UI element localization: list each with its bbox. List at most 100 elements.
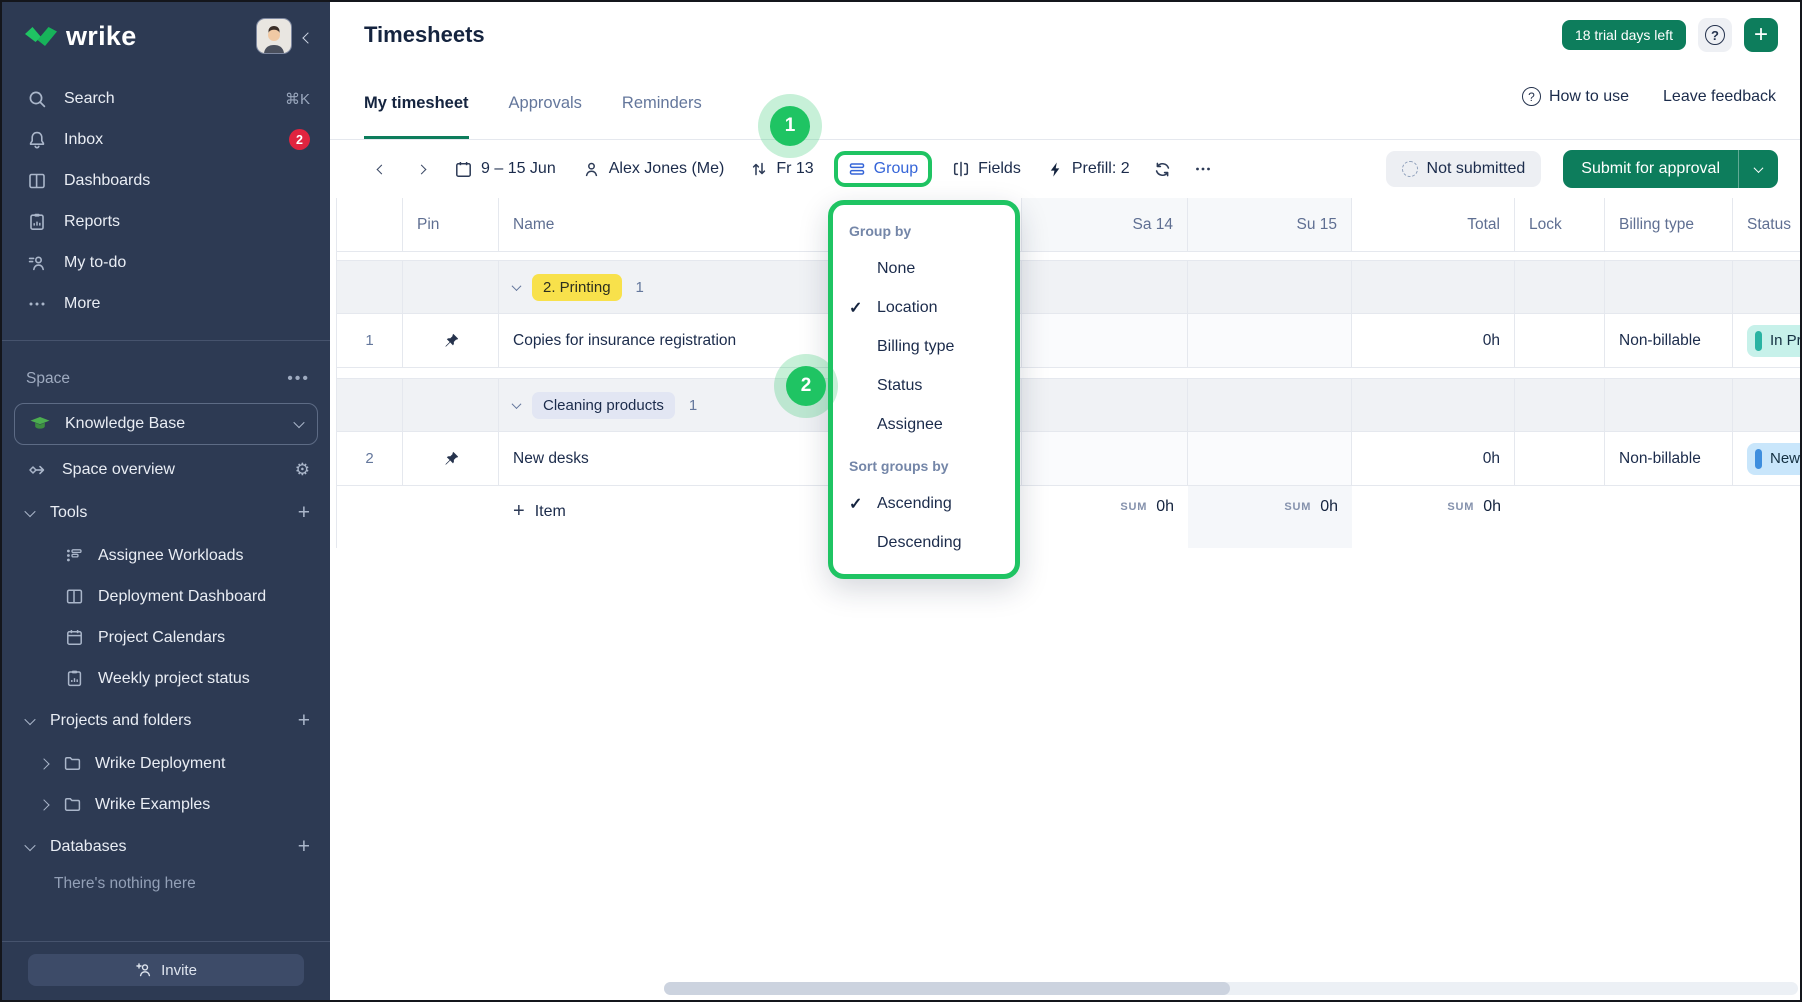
menu-item-billing-type[interactable]: Billing type [833, 327, 1015, 366]
current-space-selector[interactable]: Knowledge Base [14, 403, 318, 445]
add-tool-icon[interactable]: + [298, 501, 310, 525]
sum-cell-total: SUM 0h [1352, 486, 1515, 548]
sidebar-item-assignee-workloads[interactable]: Assignee Workloads [2, 535, 330, 576]
toolbar-more-icon[interactable] [1186, 152, 1220, 186]
day-column-header-sa14[interactable]: Sa 14 [1022, 198, 1188, 252]
how-to-use-link[interactable]: ? How to use [1522, 87, 1629, 106]
owner-selector[interactable]: Alex Jones (Me) [572, 154, 735, 185]
refresh-icon[interactable] [1146, 152, 1180, 186]
group-count: 1 [689, 397, 697, 414]
group-chip[interactable]: Cleaning products [532, 392, 675, 419]
calendar-icon [454, 160, 473, 179]
status-chip: New [1747, 443, 1802, 475]
table-row[interactable]: 2 New desks 0h Non-billable New [337, 432, 1802, 486]
fields-icon [952, 160, 970, 178]
submit-for-approval-button[interactable]: Submit for approval [1563, 150, 1738, 188]
sidebar-item-search[interactable]: Search ⌘K [2, 78, 330, 119]
pin-icon [442, 450, 460, 468]
sidebar-item-project-calendars[interactable]: Project Calendars [2, 617, 330, 658]
sidebar-item-label: Assignee Workloads [98, 547, 244, 565]
status-cell[interactable]: In Progress [1733, 314, 1802, 368]
billing-type-cell[interactable]: Non-billable [1605, 314, 1733, 368]
menu-item-status[interactable]: Status [833, 366, 1015, 405]
sidebar-item-deployment-dashboard[interactable]: Deployment Dashboard [2, 576, 330, 617]
menu-item-ascending[interactable]: ✓ Ascending [833, 484, 1015, 523]
horizontal-scrollbar-track[interactable] [664, 982, 1798, 995]
day-cell-sa14[interactable] [1022, 432, 1188, 486]
lock-cell[interactable] [1515, 432, 1605, 486]
section-projects-and-folders[interactable]: Projects and folders + [2, 699, 330, 743]
pin-cell[interactable] [403, 432, 499, 486]
menu-item-location[interactable]: ✓ Location [833, 288, 1015, 327]
lock-cell[interactable] [1515, 314, 1605, 368]
table-row[interactable]: 1 Copies for insurance registration 0h N… [337, 314, 1802, 368]
add-database-icon[interactable]: + [298, 835, 310, 859]
next-week-button[interactable] [404, 152, 438, 186]
status-column-header[interactable]: Status [1733, 198, 1802, 252]
horizontal-scrollbar-thumb[interactable] [664, 982, 1230, 995]
billing-type-cell[interactable]: Non-billable [1605, 432, 1733, 486]
sidebar-item-inbox[interactable]: Inbox 2 [2, 119, 330, 160]
space-section-header: Space ••• [2, 359, 330, 399]
help-button[interactable]: ? [1698, 18, 1732, 52]
sidebar-item-wrike-deployment[interactable]: Wrike Deployment [2, 743, 330, 784]
sidebar-item-space-overview[interactable]: Space overview ⚙ [2, 449, 330, 491]
prev-week-button[interactable] [364, 152, 398, 186]
tab-approvals[interactable]: Approvals [509, 94, 582, 139]
user-avatar[interactable] [256, 18, 292, 54]
tab-my-timesheet[interactable]: My timesheet [364, 94, 469, 139]
create-new-button[interactable]: + [1744, 18, 1778, 52]
add-project-icon[interactable]: + [298, 709, 310, 733]
menu-item-label: Billing type [877, 338, 999, 356]
prefill-button[interactable]: Prefill: 2 [1037, 154, 1140, 184]
menu-item-descending[interactable]: Descending [833, 523, 1015, 562]
menu-item-label: Location [877, 299, 999, 317]
fields-button[interactable]: Fields [942, 154, 1031, 184]
pin-cell[interactable] [403, 314, 499, 368]
sidebar-item-more[interactable]: More [2, 283, 330, 324]
tab-reminders[interactable]: Reminders [622, 94, 702, 139]
timesheet-toolbar: 9 – 15 Jun Alex Jones (Me) Fr 13 Group [330, 140, 1802, 198]
sort-groups-header: Sort groups by [833, 444, 1015, 484]
status-bar-icon [1755, 331, 1762, 351]
sidebar-item-wrike-examples[interactable]: Wrike Examples [2, 784, 330, 825]
day-column-header-su15[interactable]: Su 15 [1188, 198, 1352, 252]
wrike-logo[interactable]: wrike [24, 21, 137, 52]
timesheet-table: Pin Name Sa 14 Su 15 Total Lock Billing … [336, 198, 1802, 548]
gear-icon[interactable]: ⚙ [295, 460, 310, 480]
folder-icon [62, 753, 83, 774]
group-button[interactable]: Group [834, 151, 932, 187]
day-cell-su15[interactable] [1188, 432, 1352, 486]
chevron-down-icon[interactable] [513, 284, 520, 291]
submit-dropdown-button[interactable] [1738, 150, 1778, 188]
sort-by-day-button[interactable]: Fr 13 [740, 154, 823, 184]
trial-days-badge[interactable]: 18 trial days left [1562, 20, 1686, 50]
section-tools[interactable]: Tools + [2, 491, 330, 535]
sidebar-item-reports[interactable]: Reports [2, 201, 330, 242]
lock-column-header[interactable]: Lock [1515, 198, 1605, 252]
dashboard-icon [64, 586, 85, 607]
group-chip[interactable]: 2. Printing [532, 274, 622, 301]
date-range-picker[interactable]: 9 – 15 Jun [444, 154, 566, 185]
chevron-down-icon[interactable] [513, 402, 520, 409]
space-overview-icon [26, 459, 48, 481]
total-column-header[interactable]: Total [1352, 198, 1515, 252]
sidebar-item-dashboards[interactable]: Dashboards [2, 160, 330, 201]
billing-type-column-header[interactable]: Billing type [1605, 198, 1733, 252]
menu-item-assignee[interactable]: Assignee [833, 405, 1015, 444]
sidebar-item-weekly-project-status[interactable]: Weekly project status [2, 658, 330, 699]
pin-column-header[interactable]: Pin [403, 198, 499, 252]
owner-label: Alex Jones (Me) [609, 160, 725, 178]
invite-button[interactable]: Invite [28, 954, 304, 986]
day-cell-su15[interactable] [1188, 314, 1352, 368]
leave-feedback-link[interactable]: Leave feedback [1663, 88, 1776, 106]
collapse-sidebar-icon[interactable] [304, 26, 312, 46]
day-cell-sa14[interactable] [1022, 314, 1188, 368]
status-cell[interactable]: New [1733, 432, 1802, 486]
menu-item-none[interactable]: None [833, 249, 1015, 288]
space-header-label: Space [26, 370, 287, 388]
sidebar-item-my-todo[interactable]: My to-do [2, 242, 330, 283]
section-databases[interactable]: Databases + [2, 825, 330, 869]
row-number: 2 [337, 432, 403, 486]
space-options-icon[interactable]: ••• [287, 370, 310, 388]
